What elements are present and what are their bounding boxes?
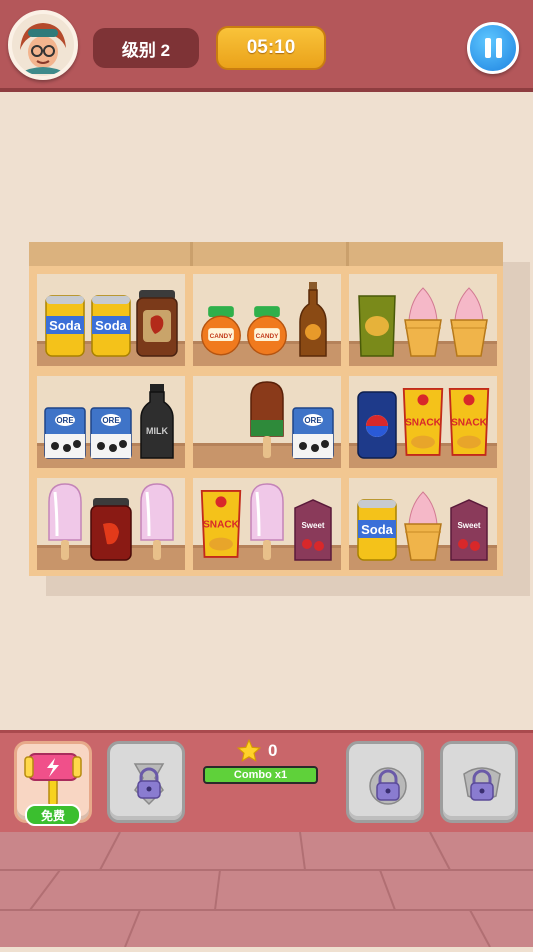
svg-text:ORE: ORE xyxy=(102,416,120,425)
countdown-timer: 05:10 xyxy=(216,26,326,70)
combo-progress-bar: Combo x1 xyxy=(203,766,318,784)
lock-icon xyxy=(462,760,502,813)
svg-text:Soda: Soda xyxy=(361,522,394,537)
combo-label: Combo x1 xyxy=(233,769,288,781)
hammer-tool-button[interactable]: 免费 xyxy=(14,741,92,826)
svg-text:MILK: MILK xyxy=(146,426,168,436)
oreo-box-item[interactable]: ORE xyxy=(43,406,87,460)
locked-tool-button-3[interactable] xyxy=(346,741,424,823)
shelf-cell: SNACK SNACK xyxy=(349,376,497,468)
milk-bottle-item[interactable]: MILK xyxy=(135,384,179,460)
pause-button[interactable] xyxy=(467,22,519,74)
powerup-bar: 免费 0 Combo x1 xyxy=(0,730,533,832)
ice-cream-cone-item[interactable] xyxy=(447,286,491,358)
score-value: 0 xyxy=(268,741,278,760)
pepsi-can-item[interactable] xyxy=(355,390,399,460)
popsicle-pink-item[interactable] xyxy=(245,482,289,562)
svg-text:SNACK: SNACK xyxy=(451,418,488,429)
ice-cream-cone-item[interactable] xyxy=(401,286,445,358)
lock-icon xyxy=(129,760,169,813)
svg-text:SNACK: SNACK xyxy=(203,520,240,531)
hammer-icon xyxy=(24,753,82,807)
locked-tool-button-2[interactable] xyxy=(107,741,185,823)
star-icon xyxy=(236,738,262,762)
floor xyxy=(0,831,533,948)
soda-can-item[interactable]: Soda xyxy=(355,496,399,562)
candy-jar-item[interactable]: CANDY xyxy=(245,302,289,358)
shelf-cell: ORE xyxy=(193,376,341,468)
popsicle-choc-item[interactable] xyxy=(245,380,289,460)
shelf-cell: ORE ORE MILK xyxy=(37,376,185,468)
juice-box-item[interactable]: Sweet xyxy=(447,498,491,562)
juice-box-item[interactable]: Sweet xyxy=(291,498,335,562)
snack-bag-item[interactable]: SNACK xyxy=(401,382,445,460)
svg-text:Soda: Soda xyxy=(95,318,128,333)
candy-jar-item[interactable]: CANDY xyxy=(199,302,243,358)
popsicle-pink-item[interactable] xyxy=(135,482,179,562)
shelf-cell xyxy=(37,478,185,570)
oreo-box-item[interactable]: ORE xyxy=(291,406,335,460)
product-shelf: Soda Soda CANDY CANDY ORE ORE MILK ORE S… xyxy=(29,266,503,576)
shelf-cell: SNACK Sweet xyxy=(193,478,341,570)
svg-text:Soda: Soda xyxy=(49,318,82,333)
snack-bag-item[interactable]: SNACK xyxy=(199,484,243,562)
player-avatar-icon[interactable] xyxy=(8,10,78,80)
ice-cream-cone-item[interactable] xyxy=(401,490,445,562)
score-display: 0 xyxy=(236,737,277,765)
soda-can-item[interactable]: Soda xyxy=(43,292,87,358)
chips-green-item[interactable] xyxy=(355,292,399,358)
shelf-cell: CANDY CANDY xyxy=(193,274,341,366)
chili-jar-item[interactable] xyxy=(89,496,133,562)
popsicle-pink-item[interactable] xyxy=(43,482,87,562)
svg-text:SNACK: SNACK xyxy=(405,418,442,429)
shelf-cell: Soda Sweet xyxy=(349,478,497,570)
lock-icon xyxy=(368,760,408,813)
svg-text:CANDY: CANDY xyxy=(256,333,280,340)
shelf-top xyxy=(29,242,503,266)
svg-text:ORE: ORE xyxy=(304,416,322,425)
shelf-cell xyxy=(349,274,497,366)
locked-tool-button-4[interactable] xyxy=(440,741,518,823)
svg-text:CANDY: CANDY xyxy=(210,333,234,340)
level-indicator: 级别 2 xyxy=(93,28,199,68)
free-badge: 免费 xyxy=(25,804,81,826)
svg-text:Sweet: Sweet xyxy=(301,521,324,530)
sauce-jar-item[interactable] xyxy=(135,288,179,358)
top-bar: 级别 2 05:10 xyxy=(0,0,533,92)
soda-can-item[interactable]: Soda xyxy=(89,292,133,358)
brown-bottle-item[interactable] xyxy=(291,282,335,358)
shelf-cell: Soda Soda xyxy=(37,274,185,366)
snack-bag-item[interactable]: SNACK xyxy=(447,382,491,460)
svg-text:ORE: ORE xyxy=(56,416,74,425)
svg-text:Sweet: Sweet xyxy=(457,521,480,530)
oreo-box-item[interactable]: ORE xyxy=(89,406,133,460)
